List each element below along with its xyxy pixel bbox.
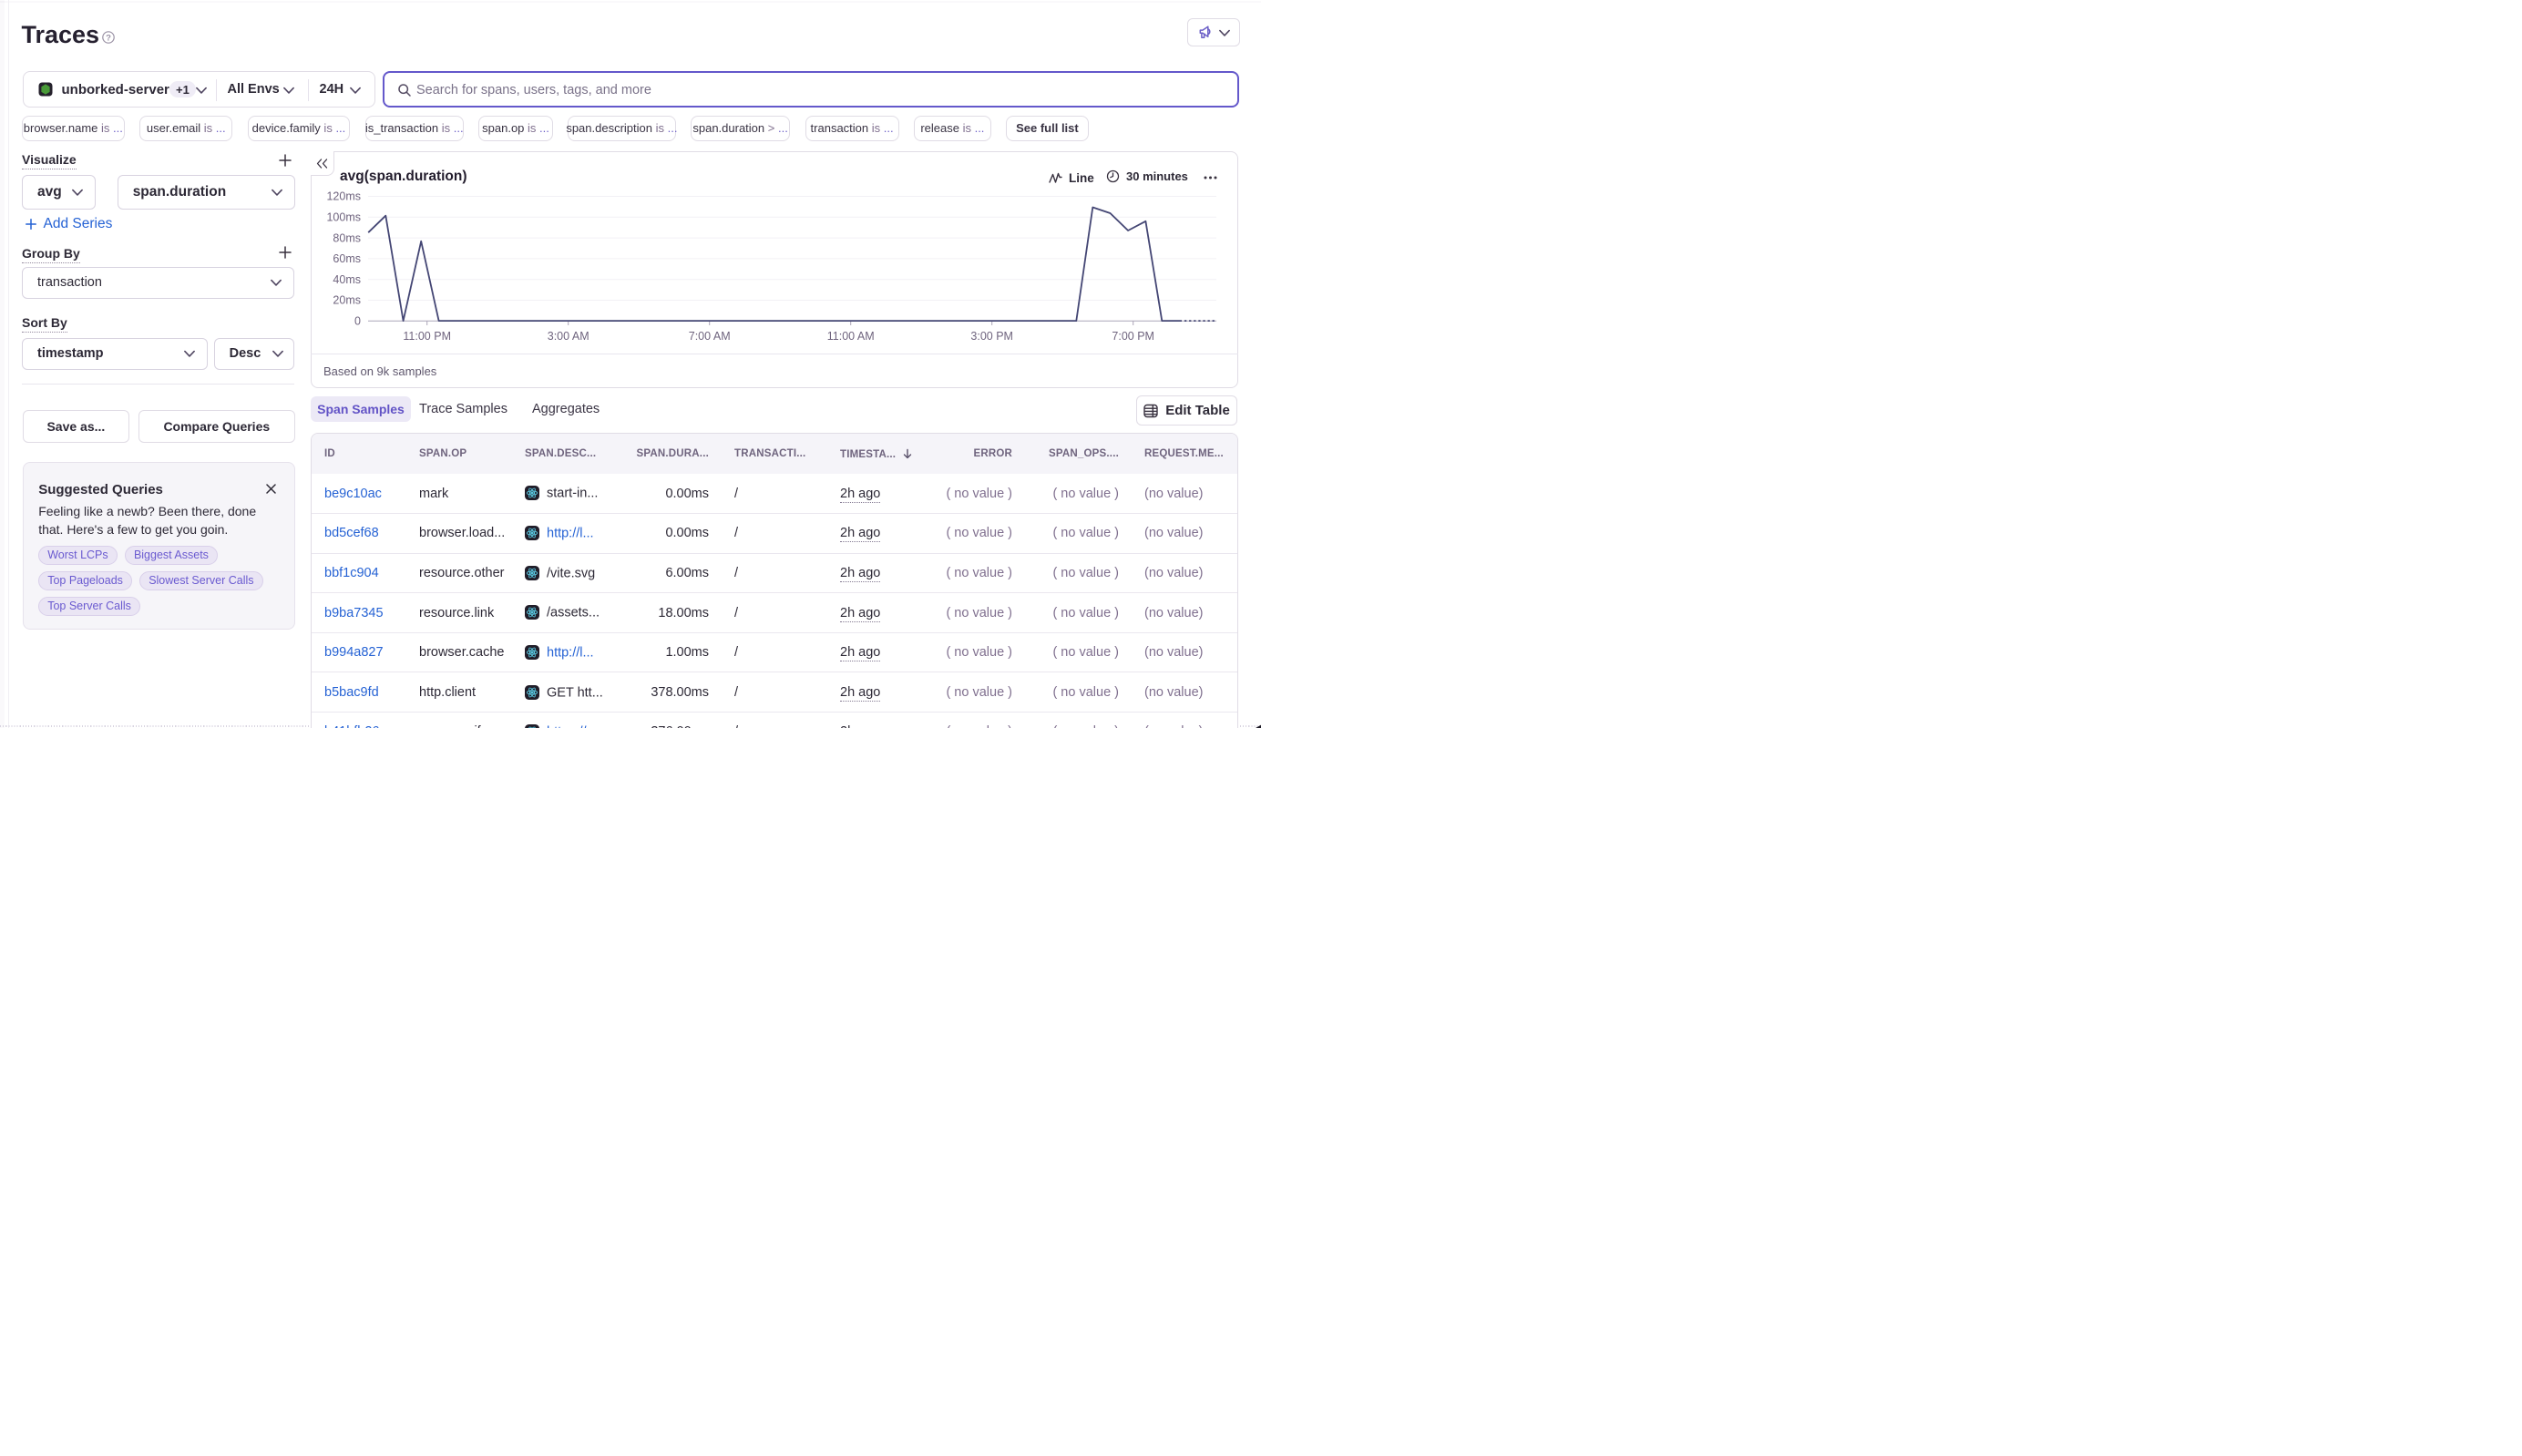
- svg-text:11:00 PM: 11:00 PM: [403, 330, 451, 343]
- svg-text:11:00 AM: 11:00 AM: [827, 330, 875, 343]
- svg-text:3:00 PM: 3:00 PM: [970, 330, 1013, 343]
- svg-text:120ms: 120ms: [326, 190, 361, 203]
- svg-text:60ms: 60ms: [333, 252, 361, 265]
- svg-text:20ms: 20ms: [333, 294, 361, 307]
- svg-text:40ms: 40ms: [333, 273, 361, 286]
- svg-text:0: 0: [354, 315, 361, 328]
- svg-text:100ms: 100ms: [326, 211, 361, 224]
- svg-text:7:00 PM: 7:00 PM: [1112, 330, 1154, 343]
- svg-text:80ms: 80ms: [333, 231, 361, 244]
- svg-text:7:00 AM: 7:00 AM: [689, 330, 731, 343]
- svg-text:?: ?: [106, 34, 111, 44]
- svg-text:3:00 AM: 3:00 AM: [548, 330, 589, 343]
